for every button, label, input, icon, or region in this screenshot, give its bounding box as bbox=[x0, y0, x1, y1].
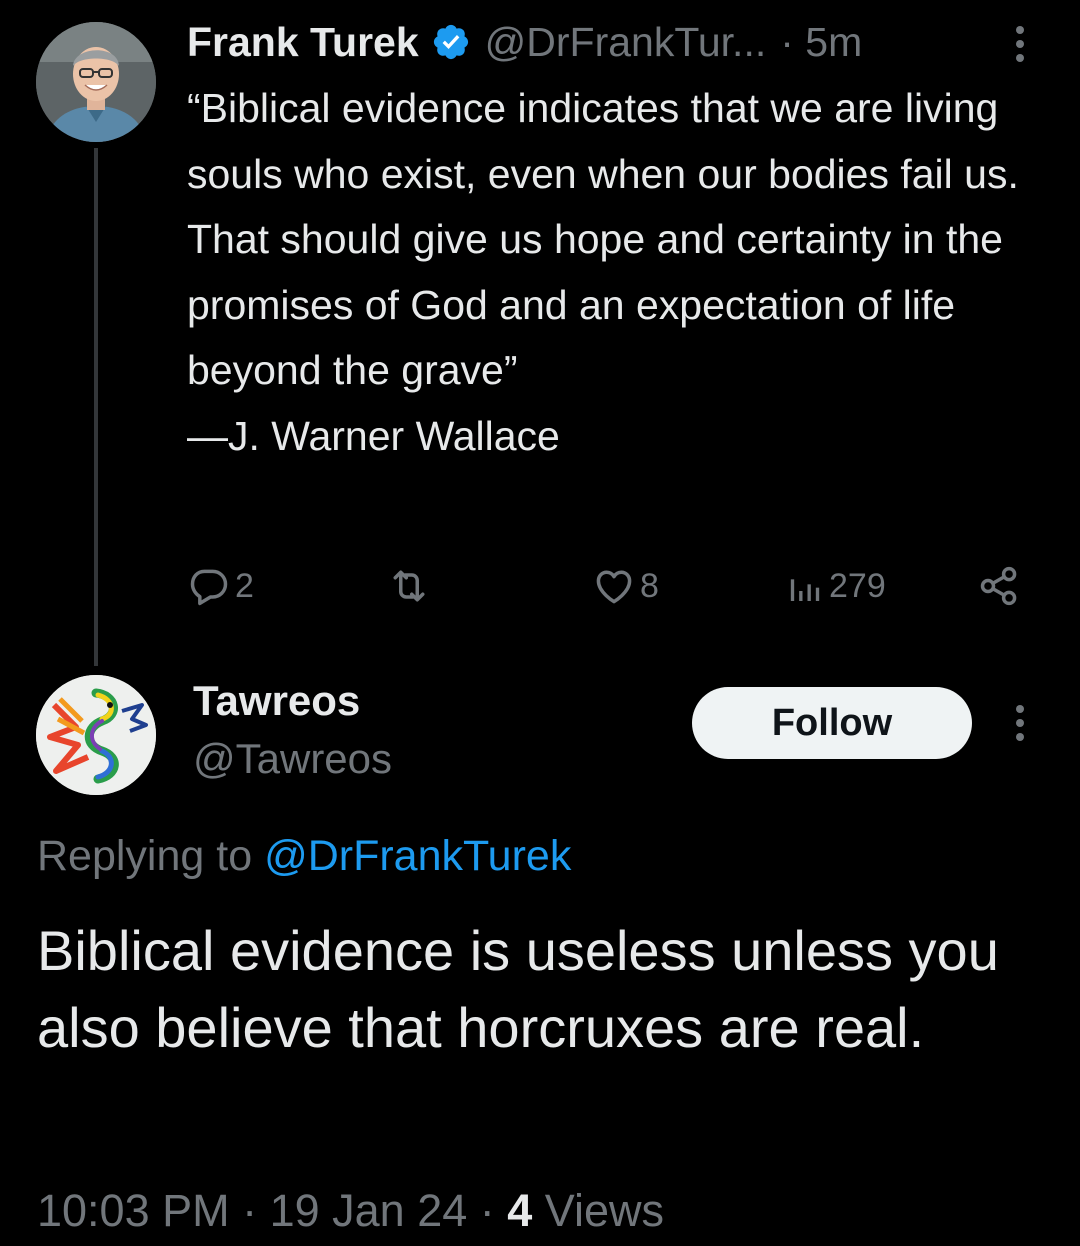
tweet-action-bar: 2 8 279 bbox=[187, 556, 1037, 616]
rainbow-dragon-icon bbox=[36, 675, 156, 795]
reply-author-name[interactable]: Tawreos bbox=[193, 675, 392, 727]
reply-author-handle[interactable]: @Tawreos bbox=[193, 729, 392, 789]
verified-badge-icon[interactable] bbox=[431, 22, 471, 62]
reply-action[interactable]: 2 bbox=[187, 556, 254, 616]
reply-views-count[interactable]: 4 bbox=[507, 1185, 532, 1236]
thread-connector-line bbox=[94, 148, 98, 666]
reply-more-options-icon[interactable] bbox=[1014, 705, 1026, 741]
share-action[interactable] bbox=[977, 556, 1021, 616]
retweet-icon bbox=[393, 570, 425, 602]
author-name[interactable]: Frank Turek bbox=[187, 19, 419, 66]
retweet-action[interactable] bbox=[385, 556, 433, 616]
reply-meta-line: 10:03 PM · 19 Jan 24 · 4 Views bbox=[37, 1180, 664, 1242]
reply-timestamp[interactable]: 10:03 PM · 19 Jan 24 · bbox=[37, 1185, 507, 1236]
avatar-image bbox=[36, 22, 156, 142]
follow-button[interactable]: Follow bbox=[692, 687, 972, 759]
replying-to-mention-link[interactable]: @DrFrankTurek bbox=[264, 832, 571, 880]
reply-views-label[interactable]: Views bbox=[532, 1185, 664, 1236]
views-action[interactable]: 279 bbox=[785, 556, 886, 616]
reply-author-block: Tawreos @Tawreos bbox=[193, 675, 392, 789]
author-avatar-frank[interactable] bbox=[36, 22, 156, 142]
more-options-icon[interactable] bbox=[1014, 26, 1026, 62]
reply-body-text: Biblical evidence is useless unless you … bbox=[37, 919, 999, 1059]
reply-count: 2 bbox=[235, 566, 254, 605]
author-avatar-tawreos[interactable] bbox=[36, 675, 156, 795]
like-action[interactable]: 8 bbox=[592, 556, 659, 616]
replying-to-label: Replying to bbox=[37, 832, 265, 880]
views-chart-icon bbox=[790, 579, 820, 601]
tweet-header: Frank Turek @DrFrankTur... · 5m bbox=[187, 12, 862, 72]
heart-icon bbox=[596, 570, 632, 604]
reply-icon bbox=[190, 569, 228, 606]
author-handle[interactable]: @DrFrankTur... bbox=[485, 19, 767, 66]
tweet-time[interactable]: · 5m bbox=[780, 19, 862, 66]
views-count: 279 bbox=[829, 566, 886, 605]
tweet-body-text: “Biblical evidence indicates that we are… bbox=[187, 85, 1019, 459]
replying-to-line: Replying to @DrFrankTurek bbox=[37, 826, 571, 886]
share-icon bbox=[980, 566, 1017, 606]
like-count: 8 bbox=[640, 566, 659, 605]
